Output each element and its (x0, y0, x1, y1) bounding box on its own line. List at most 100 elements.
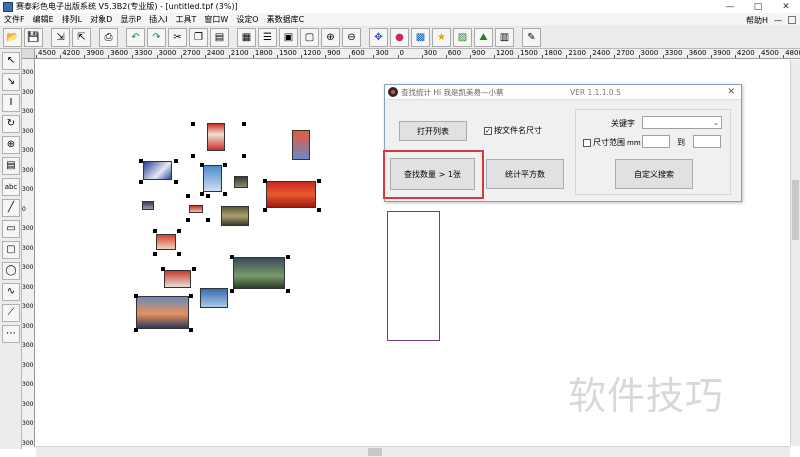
zoom-out-icon[interactable]: ⊖ (342, 28, 361, 47)
selection-handle[interactable] (206, 218, 210, 222)
ellipse-icon[interactable]: ◯ (2, 262, 20, 280)
export-icon[interactable]: ⇱ (72, 28, 91, 47)
selection-handle[interactable] (174, 180, 178, 184)
selection-handle[interactable] (153, 252, 157, 256)
notes-icon[interactable]: ✎ (522, 28, 541, 47)
align-icon[interactable]: ☰ (258, 28, 277, 47)
open-list-button[interactable]: 打开列表 (399, 121, 467, 141)
image-object[interactable] (221, 206, 249, 226)
horizontal-ruler[interactable]: 4500 4200 3900 3600 3300 3000 2700 2400 2100 1800… (22, 49, 800, 59)
selection-handle[interactable] (200, 163, 204, 167)
image-object[interactable] (156, 234, 176, 250)
horizontal-scroll-thumb[interactable] (368, 448, 382, 456)
star-icon[interactable]: ★ (432, 28, 451, 47)
selection-handle[interactable] (174, 159, 178, 163)
menu-settings[interactable]: 设定O (232, 14, 262, 25)
checkbox-box[interactable] (583, 138, 591, 147)
selection-handle[interactable] (139, 180, 143, 184)
selection-handle[interactable] (153, 229, 157, 233)
selection-handle[interactable] (189, 294, 193, 298)
size-range-checkbox[interactable]: 尺寸范围 mm (583, 137, 641, 148)
selection-handle[interactable] (317, 179, 321, 183)
rounded-rect-icon[interactable]: ▢ (2, 241, 20, 259)
selection-handle[interactable] (242, 154, 246, 158)
selection-handle[interactable] (191, 154, 195, 158)
selection-handle[interactable] (186, 218, 190, 222)
custom-search-button[interactable]: 自定义搜索 (615, 159, 693, 189)
selection-handle[interactable] (134, 294, 138, 298)
selection-handle[interactable] (263, 208, 267, 212)
cut-icon[interactable]: ✂ (168, 28, 187, 47)
image-object[interactable] (143, 161, 172, 180)
image-object[interactable] (142, 201, 154, 210)
selection-handle[interactable] (134, 328, 138, 332)
selection-handle[interactable] (189, 328, 193, 332)
image-object[interactable] (200, 288, 228, 308)
zoom-icon[interactable]: ⊕ (2, 136, 20, 154)
menu-arrange[interactable]: 排列L (58, 14, 86, 25)
text-icon[interactable]: I (2, 94, 20, 112)
import-icon[interactable]: ⇲ (51, 28, 70, 47)
image-object[interactable] (136, 296, 189, 329)
line-icon[interactable]: ╱ (2, 199, 20, 217)
mdi-minimize-button[interactable]: — (771, 16, 785, 25)
dialog-title-bar[interactable]: 查找统计 Hi 我是凯美易—小蔡 VER 1.1.1.0.5 ✕ (385, 85, 741, 100)
page-frame[interactable] (387, 211, 440, 341)
selection-handle[interactable] (263, 179, 267, 183)
selection-handle[interactable] (223, 163, 227, 167)
vertical-ruler[interactable]: 300 300 300 300 300 300 300 0 300 300 300 300 300 300… (22, 59, 35, 447)
print-icon[interactable]: ⎙ (99, 28, 118, 47)
move-icon[interactable]: ✥ (369, 28, 388, 47)
image-object[interactable] (292, 130, 310, 160)
rotate-icon[interactable]: ↻ (2, 115, 20, 133)
selection-handle[interactable] (206, 194, 210, 198)
menu-help[interactable]: 帮助H (743, 15, 771, 26)
menu-window[interactable]: 窗口W (200, 14, 232, 25)
selection-handle[interactable] (139, 159, 143, 163)
selection-handle[interactable] (177, 229, 181, 233)
zoom-in-icon[interactable]: ⊕ (321, 28, 340, 47)
selection-handle[interactable] (230, 255, 234, 259)
close-window-button[interactable]: ✕ (772, 0, 800, 13)
image-object[interactable] (203, 165, 222, 192)
group-icon[interactable]: ▣ (279, 28, 298, 47)
redo-icon[interactable]: ↷ (147, 28, 166, 47)
undo-icon[interactable]: ↶ (126, 28, 145, 47)
count-area-button[interactable]: 统计平方数 (486, 159, 564, 189)
selection-handle[interactable] (177, 252, 181, 256)
selection-handle[interactable] (317, 208, 321, 212)
size-to-input[interactable] (693, 135, 721, 148)
photo-icon[interactable]: ▨ (453, 28, 472, 47)
selection-handle[interactable] (191, 122, 195, 126)
maximize-button[interactable]: □ (744, 0, 772, 13)
dialog-close-button[interactable]: ✕ (727, 87, 735, 97)
pointer-icon[interactable]: ↖ (2, 52, 20, 70)
layout-icon[interactable]: ▦ (237, 28, 256, 47)
selection-handle[interactable] (161, 267, 165, 271)
menu-view[interactable]: 显示P (116, 14, 145, 25)
selection-handle[interactable] (230, 289, 234, 293)
chart-icon[interactable]: ⛰ (474, 28, 493, 47)
selection-handle[interactable] (242, 122, 246, 126)
vertical-scrollbar[interactable] (790, 60, 800, 446)
mdi-restore-button[interactable] (788, 16, 796, 24)
selection-handle[interactable] (286, 255, 290, 259)
selection-handle[interactable] (223, 192, 227, 196)
copy-icon[interactable]: ❐ (189, 28, 208, 47)
rectangle-icon[interactable]: ▭ (2, 220, 20, 238)
minimize-button[interactable]: — (716, 0, 744, 13)
size-from-input[interactable] (642, 135, 670, 148)
menu-tools[interactable]: 工具T (172, 14, 201, 25)
image-object[interactable] (233, 257, 285, 289)
image-object[interactable] (266, 181, 316, 208)
vertical-scroll-thumb[interactable] (792, 180, 799, 240)
checkbox-box[interactable]: ✓ (484, 126, 492, 135)
selection-handle[interactable] (200, 192, 204, 196)
by-filename-size-checkbox[interactable]: ✓ 按文件名尺寸 (484, 125, 542, 136)
selection-handle[interactable] (186, 194, 190, 198)
menu-edit[interactable]: 编辑E (29, 14, 58, 25)
table-icon[interactable]: ⋯ (2, 325, 20, 343)
image-object[interactable] (234, 176, 248, 188)
menu-insert[interactable]: 插入I (145, 14, 171, 25)
page-icon[interactable]: ▤ (2, 157, 20, 175)
